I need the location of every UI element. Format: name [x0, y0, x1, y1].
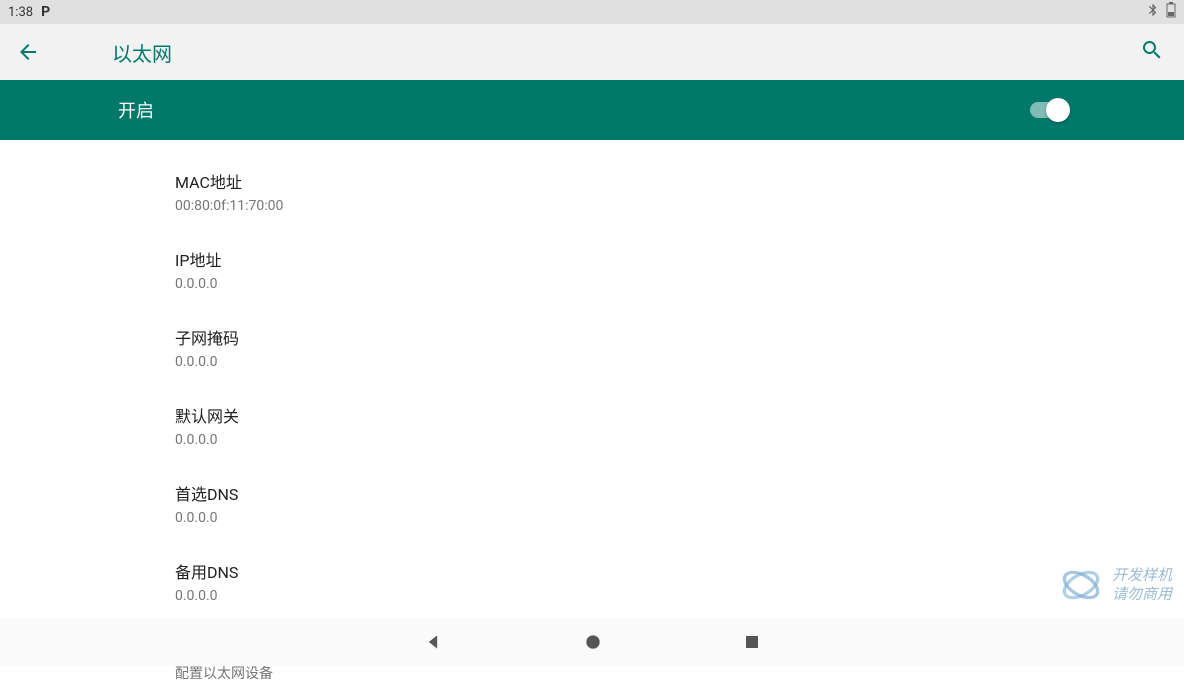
setting-secondary-dns[interactable]: 备用DNS 0.0.0.0 [175, 548, 1184, 620]
nav-home-icon[interactable] [583, 632, 603, 652]
back-arrow-icon[interactable] [16, 40, 40, 64]
setting-sub: 0.0.0.0 [175, 430, 1184, 450]
watermark-line2: 请勿商用 [1112, 585, 1172, 605]
watermark: 开发样机 请勿商用 [1056, 560, 1172, 610]
setting-title: 子网掩码 [175, 328, 1184, 350]
setting-sub: 0.0.0.0 [175, 586, 1184, 606]
setting-title: 默认网关 [175, 406, 1184, 428]
setting-title: MAC地址 [175, 172, 1184, 194]
toggle-label: 开启 [118, 97, 154, 123]
setting-sub: 0.0.0.0 [175, 352, 1184, 372]
setting-title: 备用DNS [175, 562, 1184, 584]
battery-icon [1166, 2, 1176, 22]
search-icon[interactable] [1140, 38, 1164, 66]
ethernet-switch[interactable] [1030, 102, 1066, 118]
setting-subnet-mask[interactable]: 子网掩码 0.0.0.0 [175, 314, 1184, 386]
app-bar: 以太网 [0, 24, 1184, 80]
watermark-text: 开发样机 请勿商用 [1112, 566, 1172, 605]
watermark-logo-icon [1056, 560, 1106, 610]
setting-default-gateway[interactable]: 默认网关 0.0.0.0 [175, 392, 1184, 464]
setting-sub: 0.0.0.0 [175, 274, 1184, 294]
page-title: 以太网 [112, 38, 172, 67]
switch-thumb [1046, 98, 1070, 122]
setting-title: IP地址 [175, 250, 1184, 272]
setting-sub: 配置以太网设备 [175, 664, 1184, 684]
nav-back-icon[interactable] [423, 632, 443, 652]
nav-recents-icon[interactable] [743, 633, 761, 651]
setting-title: 首选DNS [175, 484, 1184, 506]
status-right [1146, 2, 1176, 22]
setting-sub: 00:80:0f:11:70:00 [175, 196, 1184, 216]
setting-primary-dns[interactable]: 首选DNS 0.0.0.0 [175, 470, 1184, 542]
p-icon: P [41, 4, 50, 20]
status-time: 1:38 [8, 5, 33, 20]
bluetooth-icon [1146, 3, 1160, 21]
toggle-bar: 开启 [0, 80, 1184, 140]
status-bar: 1:38 P [0, 0, 1184, 24]
setting-sub: 0.0.0.0 [175, 508, 1184, 528]
settings-list: MAC地址 00:80:0f:11:70:00 IP地址 0.0.0.0 子网掩… [0, 140, 1184, 698]
navigation-bar [0, 618, 1184, 666]
status-left: 1:38 P [8, 4, 50, 20]
setting-ip-address[interactable]: IP地址 0.0.0.0 [175, 236, 1184, 308]
watermark-line1: 开发样机 [1112, 566, 1172, 586]
setting-mac-address[interactable]: MAC地址 00:80:0f:11:70:00 [175, 158, 1184, 230]
